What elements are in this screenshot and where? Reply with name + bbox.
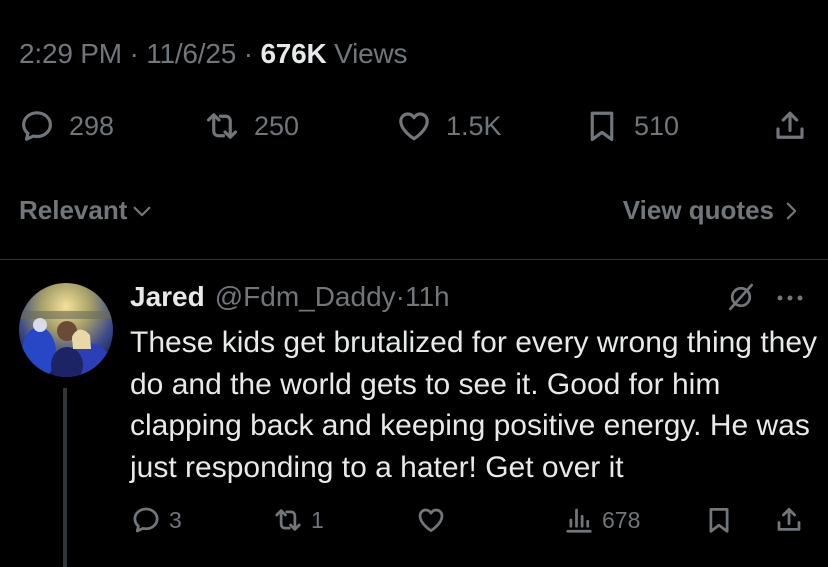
share-icon [777, 508, 801, 531]
bookmark-icon [709, 508, 729, 533]
reply-views-count: 678 [602, 506, 641, 533]
like-button[interactable]: 1.5K [396, 108, 502, 144]
bookmark-icon [590, 111, 614, 142]
reply-reply-count: 3 [169, 506, 182, 533]
reply-author-handle[interactable]: @Fdm_Daddy [215, 281, 396, 313]
reply-text: These kids get brutalized for every wron… [130, 326, 818, 484]
sort-dropdown[interactable]: Relevant [19, 195, 153, 226]
repost-icon [206, 113, 238, 139]
post-time: 2:29 PM [19, 38, 122, 69]
repost-button[interactable]: 250 [204, 108, 299, 144]
reply-icon [133, 507, 159, 533]
view-quotes-link[interactable]: View quotes [623, 195, 802, 226]
reply-repost-button[interactable]: 1 [273, 504, 324, 536]
like-icon [418, 508, 444, 532]
thread-line [63, 388, 67, 567]
reply-share-button[interactable] [774, 504, 804, 536]
repost-count: 250 [254, 110, 300, 141]
post-meta: 2:29 PM · 11/6/25 · 676K Views [19, 38, 408, 69]
chevron-right-icon [786, 202, 797, 219]
views-label: Views [326, 38, 408, 69]
avatar[interactable] [19, 283, 113, 377]
reply-time: 11h [404, 281, 450, 312]
bookmark-count: 510 [634, 110, 680, 141]
repost-icon [275, 509, 301, 531]
section-divider [0, 259, 828, 260]
reply-header: Jared @Fdm_Daddy · 11h [130, 281, 450, 313]
reply-button[interactable]: 298 [19, 108, 114, 144]
share-button[interactable] [772, 108, 808, 144]
more-icon[interactable] [776, 292, 804, 304]
view-quotes-label: View quotes [622, 195, 774, 225]
reply-count: 298 [69, 110, 115, 141]
sort-label: Relevant [19, 195, 128, 225]
reply-bookmark-button[interactable] [704, 504, 734, 536]
share-icon [776, 111, 804, 139]
reply-like-button[interactable] [416, 504, 454, 536]
reply-reply-button[interactable]: 3 [131, 504, 182, 536]
like-count: 1.5K [446, 110, 502, 141]
bookmark-button[interactable]: 510 [584, 108, 679, 144]
post-date: 11/6/25 [146, 38, 237, 69]
chevron-down-icon [133, 206, 151, 216]
reply-author-name[interactable]: Jared [130, 281, 205, 313]
reply-views-button[interactable]: 678 [564, 504, 640, 536]
reply-icon [22, 111, 52, 141]
views-count[interactable]: 676K [260, 38, 326, 69]
reply-repost-count: 1 [311, 506, 324, 533]
like-icon [399, 112, 429, 141]
grok-icon[interactable] [726, 282, 756, 312]
views-icon [566, 508, 592, 533]
